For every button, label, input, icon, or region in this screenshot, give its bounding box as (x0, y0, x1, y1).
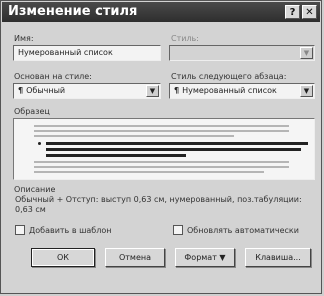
style-preview (13, 118, 315, 180)
next-style-value: Нумерованный список (182, 86, 277, 95)
dialog-title: Изменение стиля (8, 4, 138, 19)
cancel-button[interactable]: Отмена (105, 248, 165, 267)
preview-next-paragraph (34, 161, 289, 163)
format-button[interactable]: Формат ▼ (175, 248, 235, 267)
chevron-down-icon[interactable]: ▼ (146, 85, 159, 97)
preview-previous-paragraph (34, 130, 289, 132)
title-bar: Изменение стиля ? ✕ (2, 2, 320, 22)
shortcut-button[interactable]: Клавиша... (245, 248, 311, 267)
preview-sample-text (46, 142, 308, 145)
style-type-label: Стиль: (171, 34, 199, 43)
preview-sample-text (46, 154, 186, 157)
next-style-label: Стиль следующего абзаца: (171, 72, 287, 81)
preview-label: Образец (14, 107, 50, 116)
format-button-label: Формат (184, 253, 217, 262)
preview-previous-paragraph (34, 125, 289, 127)
preview-next-paragraph (34, 166, 289, 168)
close-icon: ✕ (305, 7, 314, 18)
name-label: Имя: (14, 34, 34, 43)
based-on-label: Основан на стиле: (14, 72, 92, 81)
based-on-select[interactable]: ¶ Обычный ▼ (13, 83, 161, 99)
name-value: Нумерованный список (18, 48, 113, 57)
chevron-down-icon[interactable]: ▼ (300, 85, 313, 97)
description-label: Описание (14, 185, 56, 194)
help-icon: ? (289, 7, 296, 18)
auto-update-label: Обновлять автоматически (187, 226, 299, 235)
preview-previous-paragraph (34, 135, 234, 137)
based-on-value: Обычный (26, 86, 66, 95)
modify-style-dialog: Изменение стиля ? ✕ Имя: Нумерованный сп… (0, 0, 322, 294)
preview-next-paragraph (34, 171, 264, 173)
add-to-template-label: Добавить в шаблон (29, 226, 112, 235)
description-text: Обычный + Отступ: выступ 0,63 см, нумеро… (15, 195, 302, 214)
paragraph-icon: ¶ (174, 86, 180, 95)
paragraph-icon: ¶ (18, 86, 24, 95)
name-input[interactable]: Нумерованный список (13, 45, 161, 61)
help-button[interactable]: ? (285, 5, 300, 19)
style-type-select: ▼ (169, 45, 315, 61)
chevron-down-icon: ▼ (219, 253, 226, 262)
next-style-select[interactable]: ¶ Нумерованный список ▼ (169, 83, 315, 99)
chevron-down-icon: ▼ (300, 47, 313, 59)
add-to-template-checkbox[interactable] (15, 225, 25, 235)
preview-sample-text (46, 148, 301, 151)
ok-button[interactable]: ОК (31, 248, 95, 267)
close-button[interactable]: ✕ (302, 5, 317, 19)
preview-number-marker (38, 142, 41, 145)
auto-update-checkbox[interactable] (173, 225, 183, 235)
